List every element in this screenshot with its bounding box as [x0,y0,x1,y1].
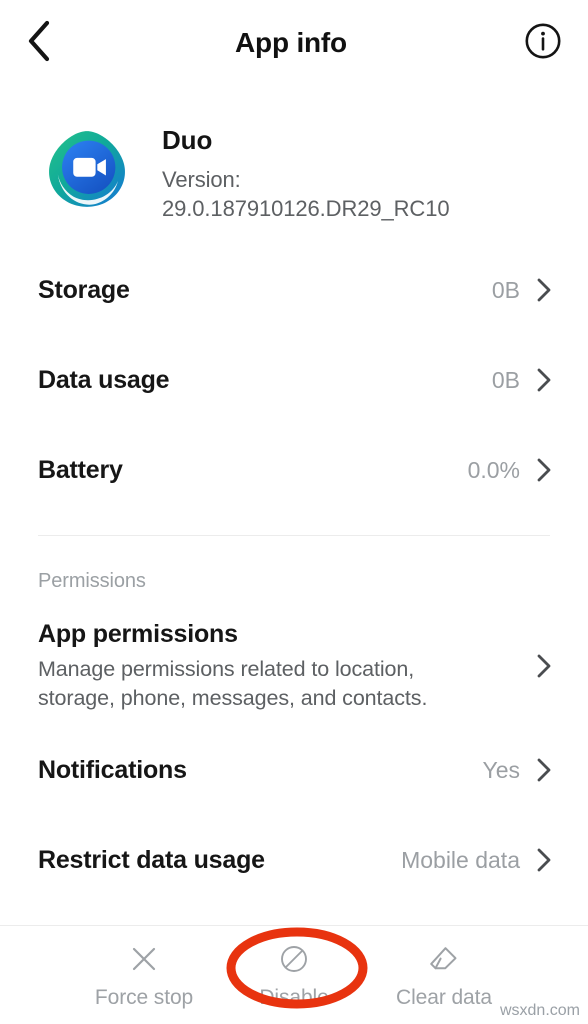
row-battery-title: Battery [38,455,123,484]
row-app-permissions-main: App permissions Manage permissions relat… [38,620,534,712]
chevron-right-icon [534,847,554,873]
app-meta: Duo Version: 29.0.187910126.DR29_RC10 [162,122,450,223]
row-notifications-title: Notifications [38,755,187,784]
row-data-usage-title: Data usage [38,365,170,394]
block-circle-slash-icon [279,942,309,976]
row-app-permissions-subtitle: Manage permissions related to location, … [38,657,428,710]
row-storage-value: 0B [491,276,520,303]
app-name: Duo [162,125,213,155]
force-stop-button[interactable]: Force stop [69,942,219,1010]
app-version: Version: 29.0.187910126.DR29_RC10 [162,165,450,224]
row-app-permissions-title: App permissions [38,620,238,648]
permissions-list: App permissions Manage permissions relat… [0,607,588,905]
app-bar: App info [0,0,588,86]
usage-list: Storage 0B Data usage 0B Battery 0.0% [0,245,588,515]
row-app-permissions[interactable]: App permissions Manage permissions relat… [0,607,588,725]
page-title: App info [235,27,347,58]
app-version-value: 29.0.187910126.DR29_RC10 [162,195,450,221]
duo-app-icon [44,126,130,212]
row-restrict-data-usage-main: Restrict data usage [38,846,401,875]
chevron-right-icon [534,457,554,483]
row-storage-main: Storage [38,276,492,305]
row-notifications-main: Notifications [38,756,482,785]
row-storage[interactable]: Storage 0B [0,245,588,335]
chevron-right-icon [534,277,554,303]
app-version-label: Version: [162,166,241,192]
force-stop-label: Force stop [94,986,194,1009]
disable-label: Disable [259,986,329,1009]
row-battery[interactable]: Battery 0.0% [0,425,588,515]
scroll-content[interactable]: Duo Version: 29.0.187910126.DR29_RC10 St… [0,86,588,925]
chevron-right-icon [534,653,554,679]
row-storage-title: Storage [38,275,130,304]
chevron-left-icon [26,20,52,67]
row-notifications[interactable]: Notifications Yes [0,725,588,815]
row-restrict-data-usage[interactable]: Restrict data usage Mobile data [0,815,588,905]
row-data-usage-main: Data usage [38,366,492,395]
row-notifications-value: Yes [482,756,520,783]
row-battery-value: 0.0% [467,456,520,483]
row-data-usage[interactable]: Data usage 0B [0,335,588,425]
row-restrict-data-usage-value: Mobile data [401,846,520,873]
disable-button[interactable]: Disable [219,942,369,1010]
row-data-usage-value: 0B [491,366,520,393]
row-restrict-data-usage-title: Restrict data usage [38,845,265,874]
row-battery-main: Battery [38,456,468,485]
close-x-icon [129,942,159,976]
clear-data-button[interactable]: Clear data [369,942,519,1010]
clear-data-label: Clear data [396,986,492,1009]
chevron-right-icon [534,757,554,783]
eraser-icon [428,942,460,976]
info-button[interactable] [516,20,562,66]
info-circle-icon [524,22,562,65]
app-summary: Duo Version: 29.0.187910126.DR29_RC10 [0,86,588,223]
chevron-right-icon [534,367,554,393]
permissions-section-label: Permissions [38,570,146,593]
watermark: wsxdn.com [499,1002,580,1019]
